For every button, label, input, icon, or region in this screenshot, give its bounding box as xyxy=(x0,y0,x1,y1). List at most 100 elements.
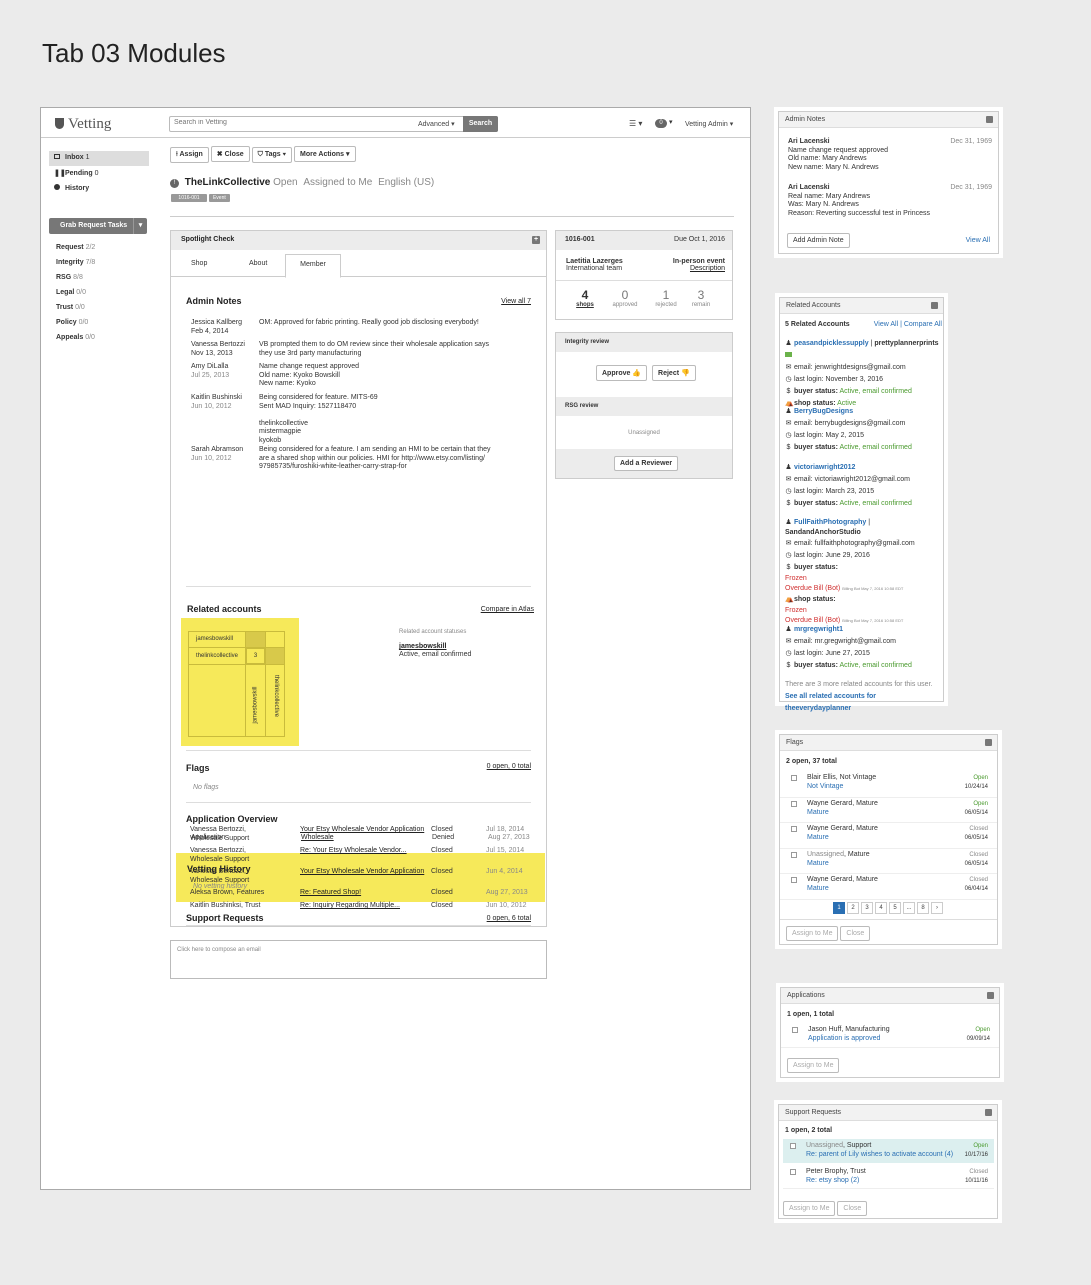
notifications-menu[interactable]: 0 ▾ xyxy=(655,118,672,128)
support-subject-link[interactable]: Your Etsy Wholesale Vendor Application xyxy=(300,826,424,835)
minimize-icon[interactable] xyxy=(985,1109,992,1116)
support-subject-link[interactable]: Re: Inquiry Regarding Multiple... xyxy=(300,902,400,911)
related-status-account-link[interactable]: jamesbowskill xyxy=(399,643,446,650)
support-row[interactable]: Peter Brophy, Trust Re: etsy shop (2) Clo… xyxy=(783,1165,994,1189)
support-subject-link[interactable]: Re: Featured Shop! xyxy=(300,889,361,898)
compare-in-atlas-link[interactable]: Compare in Atlas xyxy=(481,606,534,613)
row-checkbox[interactable] xyxy=(791,826,797,832)
flag-row[interactable]: Blair Ellis, Not Vintage Not Vintage Open… xyxy=(780,772,997,798)
flag-row[interactable]: Unassigned, Mature Mature Closed 06/05/14 xyxy=(780,849,997,874)
chevron-down-icon[interactable]: ▾ xyxy=(133,218,147,234)
support-subject-link[interactable]: Re: Your Etsy Wholesale Vendor... xyxy=(300,847,407,856)
page-5[interactable]: 5 xyxy=(889,902,901,914)
flag-row[interactable]: Wayne Gerard, Mature Mature Open 06/05/14 xyxy=(780,798,997,823)
support-row[interactable]: Unassigned, Support Re: parent of Lily wi… xyxy=(783,1139,994,1163)
stat-shops[interactable]: 4 shops xyxy=(570,288,600,308)
view-all-notes-link[interactable]: View all 7 xyxy=(501,298,531,305)
admin-notes-panel: Admin Notes Ari Lacenski Dec 31, 1969 Na… xyxy=(778,111,999,254)
support-subject-link[interactable]: Your Etsy Wholesale Vendor Application xyxy=(300,868,424,877)
task-rsg[interactable]: RSG 8/8 xyxy=(56,270,149,285)
reject-button[interactable]: Reject 👎 xyxy=(652,365,696,381)
tab-bar: Shop About Member xyxy=(171,250,546,278)
search-bar: Advanced ▾ Search xyxy=(169,116,498,132)
assign-to-me-button[interactable]: Assign to Me xyxy=(787,1058,840,1073)
row-checkbox[interactable] xyxy=(791,877,797,883)
row-checkbox[interactable] xyxy=(790,1169,796,1175)
flags-summary-link[interactable]: 0 open, 0 total xyxy=(487,763,531,770)
row-checkbox[interactable] xyxy=(791,851,797,858)
app-logo[interactable]: Vetting xyxy=(55,116,111,133)
minimize-icon[interactable] xyxy=(931,302,938,309)
task-policy[interactable]: Policy 0/0 xyxy=(56,315,149,330)
next-page-button[interactable]: › xyxy=(931,902,943,914)
view-all-notes-link[interactable]: View All xyxy=(966,237,990,244)
row-checkbox[interactable] xyxy=(791,775,797,781)
row-checkbox[interactable] xyxy=(791,800,797,807)
flag-row[interactable]: Wayne Gerard, Mature Mature Closed 06/04/… xyxy=(780,874,997,900)
support-summary-link[interactable]: 0 open, 6 total xyxy=(487,915,531,922)
tab-about[interactable]: About xyxy=(249,260,267,267)
review-steps-card: Integrity review Approve 👍 Reject 👎 RSG … xyxy=(555,332,733,479)
list-view-menu[interactable]: ☰ ▾ xyxy=(629,119,642,128)
related-account: ♟ peasandpicklessupply | prettyplannerpr… xyxy=(785,338,943,407)
user-menu[interactable]: Vetting Admin ▾ xyxy=(685,120,733,128)
sidebar-item-inbox[interactable]: Inbox 1 xyxy=(49,151,149,166)
account-link[interactable]: FullFaithPhotography xyxy=(794,519,866,526)
account-link[interactable]: victoriawright2012 xyxy=(794,464,855,471)
tag-event[interactable]: Event xyxy=(208,194,230,202)
assign-button[interactable]: ⍿ Assign xyxy=(170,147,209,163)
account-link[interactable]: BerryBugDesigns xyxy=(794,408,853,415)
flags-title: Flags xyxy=(186,763,210,773)
task-legal[interactable]: Legal 0/0 xyxy=(56,285,149,300)
advanced-search-dropdown[interactable]: Advanced ▾ xyxy=(418,120,455,128)
assign-to-me-button[interactable]: Assign to Me xyxy=(783,1201,836,1216)
assign-to-me-button[interactable]: Assign to Me xyxy=(786,926,839,941)
row-checkbox[interactable] xyxy=(792,1027,798,1033)
application-row[interactable]: Jason Huff, Manufacturing Application is … xyxy=(781,1024,999,1048)
matrix-cell-value[interactable]: 3 xyxy=(246,648,265,664)
grab-request-tasks-button[interactable]: Grab Request Tasks ▾ xyxy=(49,218,147,234)
tag-id[interactable]: 1016-001 xyxy=(171,194,207,202)
flag-row[interactable]: Wayne Gerard, Mature Mature Closed 06/05/… xyxy=(780,823,997,849)
minimize-icon[interactable] xyxy=(986,116,993,123)
task-trust[interactable]: Trust 0/0 xyxy=(56,300,149,315)
account-link[interactable]: peasandpicklessupply xyxy=(794,340,869,347)
task-integrity[interactable]: Integrity 7/8 xyxy=(56,255,149,270)
compare-all-link[interactable]: Compare All xyxy=(904,321,942,328)
see-all-related-link[interactable]: See all related accounts for theeveryday… xyxy=(785,691,943,715)
dollar-icon: $ xyxy=(786,564,791,571)
search-input[interactable] xyxy=(174,119,404,126)
view-all-related-link[interactable]: View All xyxy=(874,321,898,328)
sidebar-item-pending[interactable]: ❚❚Pending 0 xyxy=(49,166,149,181)
row-checkbox[interactable] xyxy=(790,1143,796,1149)
search-button[interactable]: Search xyxy=(463,116,498,132)
minimize-icon[interactable] xyxy=(987,992,994,999)
expand-icon[interactable]: + xyxy=(532,236,540,244)
dollar-icon: $ xyxy=(786,500,791,507)
page-2[interactable]: 2 xyxy=(847,902,859,914)
related-accounts-title: Related accounts xyxy=(187,604,262,614)
page-4[interactable]: 4 xyxy=(875,902,887,914)
more-actions-button[interactable]: More Actions ▾ xyxy=(293,146,356,162)
page-8[interactable]: 8 xyxy=(917,902,929,914)
compose-email-box[interactable]: Click here to compose an email xyxy=(170,940,547,979)
info-icon: ! xyxy=(170,179,179,188)
description-link[interactable]: Description xyxy=(690,265,725,272)
close-button[interactable]: ✖ Close xyxy=(210,146,250,162)
task-appeals[interactable]: Appeals 0/0 xyxy=(56,330,149,345)
close-button[interactable]: Close xyxy=(840,926,871,941)
task-request[interactable]: Request 2/2 xyxy=(56,240,149,255)
add-admin-note-button[interactable]: Add Admin Note xyxy=(787,233,850,248)
page-1[interactable]: 1 xyxy=(833,902,845,914)
approve-button[interactable]: Approve 👍 xyxy=(596,365,648,381)
tab-shop[interactable]: Shop xyxy=(191,260,207,267)
tags-button[interactable]: ⛉ Tags ▾ xyxy=(251,147,293,163)
sidebar-item-history[interactable]: History xyxy=(49,181,149,196)
account-link[interactable]: mrgregwright1 xyxy=(794,626,843,633)
add-reviewer-button[interactable]: Add a Reviewer xyxy=(614,456,679,471)
tab-member[interactable]: Member xyxy=(285,254,341,278)
minimize-icon[interactable] xyxy=(985,739,992,746)
page-3[interactable]: 3 xyxy=(861,902,873,914)
support-row: Vanessa Bertozzi, Wholesale Support Your… xyxy=(190,826,525,842)
close-button[interactable]: Close xyxy=(837,1201,868,1216)
